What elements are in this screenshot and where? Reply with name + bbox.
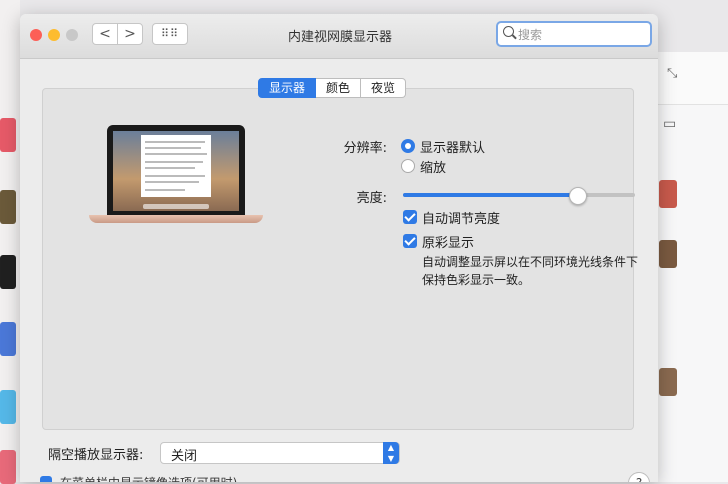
background-app-strip (0, 0, 20, 484)
search-icon (503, 26, 514, 37)
option-scaled[interactable]: 缩放 (420, 157, 446, 176)
resolution-label: 分辨率: (343, 141, 387, 156)
airplay-select-value: 关闭 (171, 449, 198, 464)
mirroring-menu-label[interactable]: 在菜单栏中显示镜像选项(可用时) (60, 474, 237, 482)
option-default-display[interactable]: 显示器默认 (420, 137, 485, 156)
title-bar: < > ⠿⠿ 内建视网膜显示器 搜索 (20, 14, 658, 59)
blurred-avatar (659, 240, 677, 268)
blurred-avatar (0, 390, 16, 424)
mirroring-menu-checkbox[interactable] (40, 476, 52, 482)
auto-brightness-label[interactable]: 自动调节亮度 (422, 208, 500, 227)
blurred-avatar (659, 180, 677, 208)
brightness-slider[interactable] (403, 187, 635, 205)
back-button[interactable]: < (92, 23, 118, 45)
show-all-grid-icon[interactable]: ⠿⠿ (152, 23, 188, 45)
add-comment-icon[interactable]: ▭ (663, 116, 676, 132)
blurred-avatar (659, 368, 677, 396)
forward-button[interactable]: > (117, 23, 143, 45)
minimize-window-button[interactable] (48, 29, 60, 41)
chevron-up-down-icon: ▲ ▼ (383, 442, 399, 464)
airplay-display-label: 隔空播放显示器: (48, 448, 144, 463)
close-window-button[interactable] (30, 29, 42, 41)
auto-brightness-checkbox[interactable] (403, 210, 417, 224)
tab-night-shift[interactable]: 夜览 (361, 78, 407, 98)
radio-default-display[interactable] (401, 139, 415, 153)
blurred-avatar (0, 190, 16, 224)
collapse-arrows-icon[interactable]: ⤡ (667, 66, 677, 81)
tab-display[interactable]: 显示器 (258, 78, 317, 98)
maximize-window-button[interactable] (66, 29, 78, 41)
true-tone-checkbox[interactable] (403, 234, 417, 248)
search-placeholder: 搜索 (518, 28, 543, 42)
search-field[interactable]: 搜索 (496, 21, 652, 47)
airplay-display-select[interactable]: 关闭 ▲ ▼ (160, 442, 400, 464)
blurred-avatar (0, 255, 16, 289)
laptop-wallpaper (113, 131, 239, 211)
tab-bar: 显示器 颜色 夜览 (258, 78, 407, 98)
blurred-avatar (0, 322, 16, 356)
tab-color[interactable]: 颜色 (316, 78, 362, 98)
true-tone-description: 自动调整显示屏以在不同环境光线条件下保持色彩显示一致。 (422, 255, 639, 287)
brightness-label: 亮度: (356, 191, 387, 206)
radio-scaled[interactable] (401, 159, 415, 173)
blurred-avatar (0, 450, 16, 484)
window-title: 内建视网膜显示器 (287, 30, 392, 45)
brightness-slider-fill (403, 193, 577, 197)
blurred-avatar (0, 118, 16, 152)
laptop-illustration (107, 125, 245, 215)
background-window: ⤡ ▭ (648, 52, 728, 482)
display-preferences-window: < > ⠿⠿ 内建视网膜显示器 搜索 显示器 颜色 夜览 分辨率: 显示器默认 … (20, 14, 658, 482)
display-settings-panel: 分辨率: 显示器默认 缩放 亮度: 自动调节亮度 原彩显示 自动调整显示屏以在不… (42, 88, 638, 430)
true-tone-label[interactable]: 原彩显示 (422, 232, 474, 251)
brightness-slider-thumb[interactable] (569, 187, 587, 205)
laptop-base (89, 215, 263, 223)
laptop-dock (143, 204, 209, 209)
background-window-header (649, 52, 728, 105)
laptop-document-window (141, 135, 211, 197)
help-button[interactable]: ? (628, 472, 650, 482)
